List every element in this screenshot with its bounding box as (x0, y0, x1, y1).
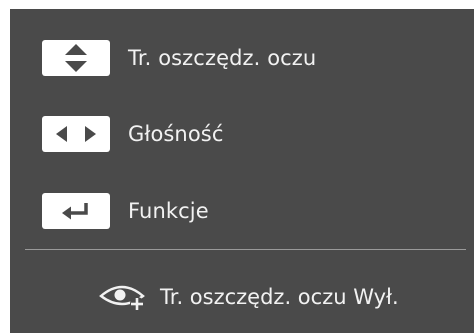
eye-saver-status: Tr. oszczędz. oczu Wył. (98, 275, 399, 319)
enter-key (42, 193, 110, 229)
menu-item-label: Głośność (128, 122, 224, 146)
left-right-arrows-icon (56, 126, 96, 142)
up-down-arrows-icon (65, 44, 87, 72)
menu-item-label: Tr. oszczędz. oczu (128, 46, 317, 70)
status-text: Tr. oszczędz. oczu Wył. (160, 285, 399, 309)
left-right-key (42, 116, 110, 152)
up-down-key (42, 40, 110, 76)
menu-item-eye-saver[interactable]: Tr. oszczędz. oczu (10, 36, 474, 80)
menu-item-label: Funkcje (128, 199, 209, 223)
divider (25, 249, 466, 250)
eye-saver-icon (99, 285, 145, 311)
enter-return-icon (62, 203, 88, 220)
menu-item-volume[interactable]: Głośność (10, 112, 474, 156)
menu-item-functions[interactable]: Funkcje (10, 189, 474, 233)
osd-panel: Tr. oszczędz. oczu Głośność Funkcje Tr. … (10, 9, 474, 333)
